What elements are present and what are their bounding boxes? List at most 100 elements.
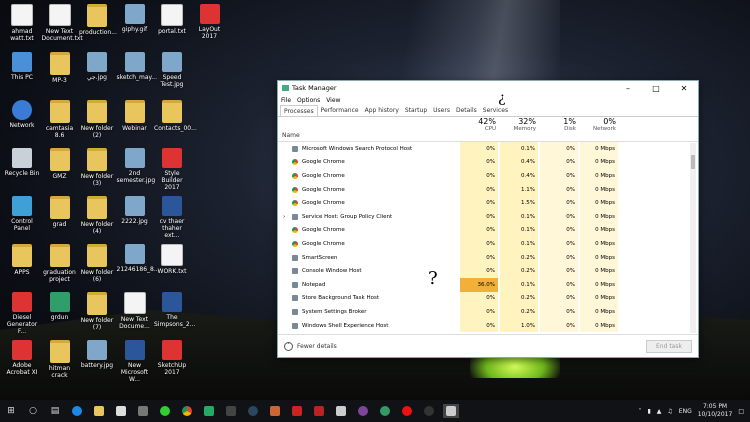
process-row[interactable]: SmartScreen 0% 0.2% 0% 0 Mbps [278,250,698,265]
process-row[interactable]: Windows Shell Experience Host 0% 1.0% 0% 0 M… [278,318,698,333]
desktop-icon[interactable]: جي.jpg [79,52,115,81]
desktop-icon[interactable]: 2222.jpg [117,196,153,225]
task-manager-taskbar-icon[interactable] [443,404,459,418]
edge-icon[interactable] [69,404,85,418]
calculator-icon[interactable] [135,404,151,418]
desktop-icon[interactable]: giphy.gif [117,4,153,33]
vertical-scrollbar[interactable] [690,143,696,333]
xbox-icon[interactable] [157,404,173,418]
store-icon[interactable] [113,404,129,418]
desktop-icon[interactable]: grdun [42,292,78,321]
desktop-icon[interactable]: Style Builder 2017 [154,148,190,191]
desktop-icon[interactable]: 2nd semester.jpg [117,148,155,184]
fewer-details-link[interactable]: ˄ Fewer details [284,341,337,351]
column-header-memory[interactable]: 32% Memory [500,117,536,132]
desktop-icon[interactable]: Control Panel [4,196,40,232]
process-row[interactable]: Google Chrome 0% 1.1% 0% 0 Mbps [278,182,698,197]
media-app-icon[interactable] [223,404,239,418]
desktop-icon[interactable]: camtasia 8.6 [42,100,78,139]
desktop-icon[interactable]: This PC [4,52,40,81]
opera-icon[interactable] [399,404,415,418]
desktop-icon[interactable]: New Text Document.txt [42,4,83,42]
app-icon-2[interactable] [421,404,437,418]
desktop-icon[interactable]: New folder (2) [79,100,115,139]
language-indicator[interactable]: ENG [679,408,692,415]
scrollbar-thumb[interactable] [691,155,695,169]
camtasia-icon[interactable] [377,404,393,418]
desktop-icon[interactable]: hitman crack [42,340,78,379]
process-row[interactable]: Google Chrome 0% 1.5% 0% 0 Mbps [278,196,698,210]
column-header-network[interactable]: 0% Network [580,117,616,132]
desktop-icon[interactable]: Recycle Bin [4,148,40,177]
network-tray-icon[interactable]: ▲ [657,408,662,415]
tab-app-history[interactable]: App history [362,105,402,116]
tab-users[interactable]: Users [430,105,453,116]
mail-icon[interactable] [333,404,349,418]
process-row[interactable]: System Settings Broker 0% 0.2% 0% 0 Mbps [278,305,698,319]
chevron-up-tray-icon[interactable]: ˄ [638,408,641,415]
sketchup-taskbar-icon[interactable] [289,404,305,418]
desktop-icon[interactable]: production... [79,4,117,36]
desktop-icon[interactable]: WORK.txt [154,244,190,275]
desktop-icon[interactable]: New Text Docume... [117,292,153,330]
close-button[interactable]: ✕ [670,84,698,93]
battery-icon[interactable]: ▮ [647,408,650,415]
process-row[interactable]: Google Chrome 0% 0.1% 0% 0 Mbps [278,223,698,238]
start-button[interactable]: ⊞ [3,404,19,418]
process-row[interactable]: Microsoft Windows Search Protocol Host 0%… [278,142,698,156]
end-task-button[interactable]: End task [646,340,692,353]
desktop-icon[interactable]: SketchUp 2017 [154,340,190,376]
search-icon[interactable]: ○ [25,404,41,418]
desktop-icon[interactable]: New folder (4) [79,196,115,235]
desktop-icon[interactable]: Diesel Generator F... [4,292,40,335]
process-row[interactable]: Store Background Task Host 0% 0.2% 0% 0 Mbps [278,291,698,306]
process-row[interactable]: › Service Host: Group Policy Client 0% 0.1%… [278,209,698,224]
desktop-icon[interactable]: GMZ [42,148,78,180]
desktop-icon[interactable]: LayOut 2017 [192,4,228,40]
tor-browser-icon[interactable] [355,404,371,418]
desktop-icon[interactable]: APPS [4,244,40,276]
download-app-icon[interactable] [201,404,217,418]
tools-app-icon[interactable] [267,404,283,418]
tab-performance[interactable]: Performance [318,105,362,116]
minimize-button[interactable]: – [614,84,642,93]
desktop-icon[interactable]: cv thaer thaher ext... [154,196,190,239]
desktop-icon[interactable]: New Microsoft W... [117,340,153,383]
title-bar[interactable]: Task Manager – □ ✕ [278,81,698,95]
desktop-icon[interactable]: New folder (6) [79,244,115,283]
menu-view[interactable]: View [326,97,340,104]
process-row[interactable]: Notepad 36.0% 0.1% 0% 0 Mbps [278,277,698,292]
desktop-icon[interactable]: New folder (3) [79,148,115,187]
column-header-disk[interactable]: 1% Disk [540,117,576,132]
column-header-name[interactable]: Name [282,132,300,139]
tab-details[interactable]: Details [453,105,480,116]
desktop-icon[interactable]: MP-3 [42,52,78,84]
clock[interactable]: 7:05 PM 10/10/2017 [698,403,733,419]
desktop-icon[interactable]: Network [4,100,40,129]
tab-startup[interactable]: Startup [402,105,430,116]
tab-processes[interactable]: Processes [280,105,318,116]
process-row[interactable]: Console Window Host 0% 0.2% 0% 0 Mbps [278,264,698,278]
desktop-icon[interactable]: portal.txt [154,4,190,35]
desktop-icon[interactable]: New folder (7) [79,292,115,331]
desktop-icon[interactable]: sketch_may... [117,52,157,81]
desktop-icon[interactable]: Adobe Acrobat XI [4,340,40,376]
column-header-cpu[interactable]: 42% CPU [460,117,496,132]
tab-services[interactable]: Services [480,105,511,116]
task-view-icon[interactable]: ▤ [47,404,63,418]
menu-file[interactable]: File [281,97,291,104]
desktop-icon[interactable]: The Simpsons_2... [154,292,195,328]
volume-icon[interactable]: ♫ [667,408,672,415]
maximize-button[interactable]: □ [642,84,670,93]
menu-options[interactable]: Options [297,97,320,104]
desktop-icon[interactable]: Contacts_00... [154,100,197,132]
process-row[interactable]: Google Chrome 0% 0.4% 0% 0 Mbps [278,155,698,170]
desktop-icon[interactable]: 21246186_8... [117,244,160,273]
steam-icon[interactable] [245,404,261,418]
notifications-icon[interactable]: □ [738,408,744,415]
file-explorer-icon[interactable] [91,404,107,418]
desktop-icon[interactable]: Speed Test.jpg [154,52,190,88]
desktop-icon[interactable]: ahmad watt.txt [4,4,40,42]
desktop-icon[interactable]: Webinar [117,100,153,132]
process-row[interactable]: Google Chrome 0% 0.4% 0% 0 Mbps [278,169,698,183]
